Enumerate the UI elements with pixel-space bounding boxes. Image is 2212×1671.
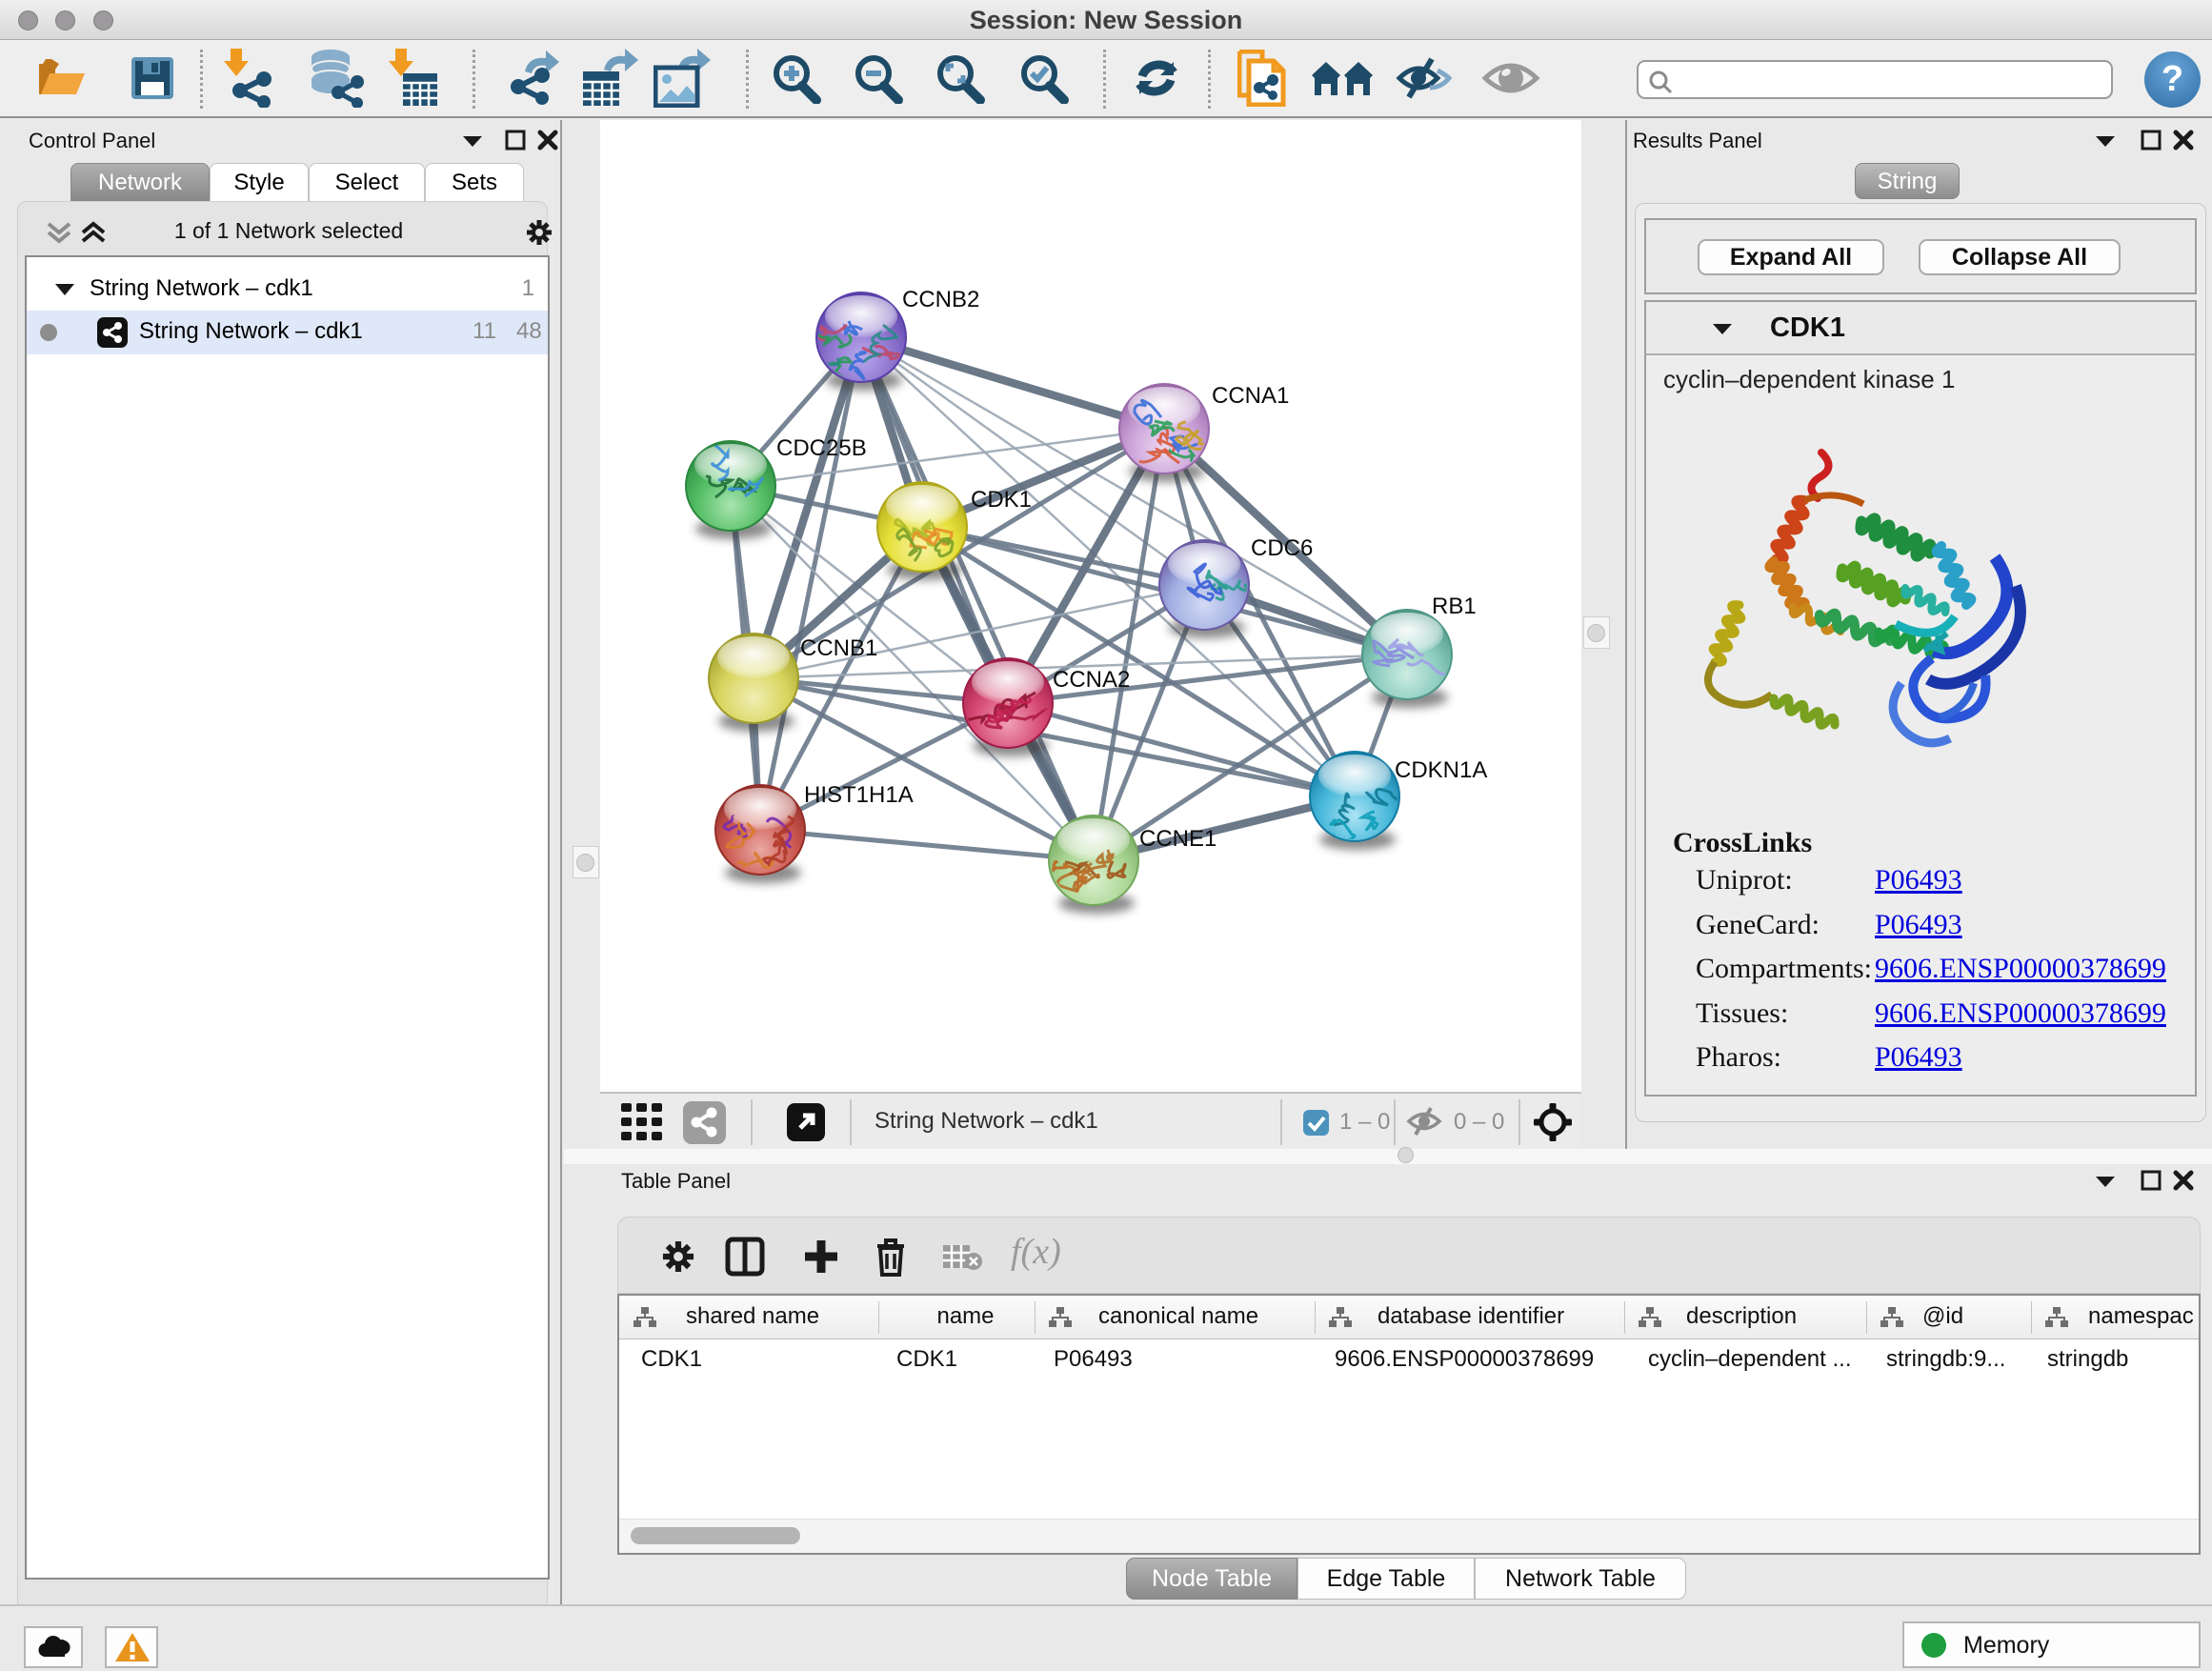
svg-text:RB1: RB1 — [1432, 594, 1477, 619]
svg-text:CCNA1: CCNA1 — [1212, 383, 1289, 409]
svg-text:CDKN1A: CDKN1A — [1395, 757, 1487, 783]
svg-text:HIST1H1A: HIST1H1A — [804, 782, 914, 808]
svg-text:CCNB1: CCNB1 — [800, 635, 877, 661]
svg-text:CCNA2: CCNA2 — [1053, 667, 1130, 693]
svg-text:CDC6: CDC6 — [1251, 535, 1313, 561]
svg-text:CCNB2: CCNB2 — [902, 287, 979, 312]
svg-text:CDC25B: CDC25B — [776, 435, 867, 461]
svg-text:CDK1: CDK1 — [971, 487, 1032, 513]
svg-text:CCNE1: CCNE1 — [1139, 826, 1217, 852]
